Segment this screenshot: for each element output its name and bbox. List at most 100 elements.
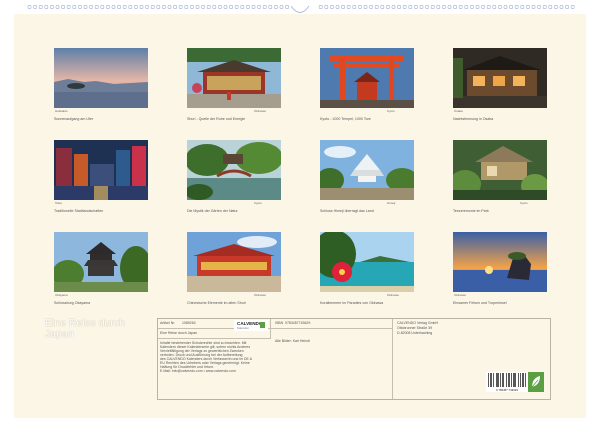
binding-ring — [419, 5, 424, 9]
photo-location: Kyoto — [520, 201, 528, 205]
binding-ring — [128, 5, 133, 9]
photo-okayama-castle — [54, 232, 148, 292]
barcode-bar — [525, 373, 526, 387]
binding-ring — [218, 5, 222, 9]
photo-caption: Chinesische Elemente im alten Shuri — [187, 301, 246, 305]
binding-ring — [234, 5, 239, 9]
publisher-name: CALVENDO Verlag GmbH — [397, 321, 438, 325]
photo-tea-house — [453, 140, 547, 200]
binding-ring — [397, 5, 401, 9]
photo-lake-sunrise — [54, 48, 148, 108]
binding-ring — [229, 5, 233, 9]
photo-caption: Korallenmeer im Paradies von Okinawa — [320, 301, 384, 305]
article-number: 1089263 — [182, 321, 196, 325]
binding-ring — [470, 5, 474, 9]
photo-okinawa-hibiscus — [320, 232, 414, 292]
photo-location: Okinawa — [454, 293, 466, 297]
binding-ring — [520, 5, 525, 9]
binding-ring — [145, 5, 149, 9]
barcode-bar — [509, 373, 510, 387]
photo-garden-bridge — [187, 140, 281, 200]
barcode-bar — [500, 373, 501, 387]
binding-ring — [212, 5, 217, 9]
binding-ring — [531, 5, 536, 9]
binding-ring — [542, 5, 547, 9]
binding-ring — [50, 5, 54, 9]
product-title: Eine Reise durch Japan — [160, 331, 198, 335]
binding-ring — [162, 5, 166, 9]
binding-ring — [481, 5, 485, 9]
photo-location: Kyoto — [387, 109, 395, 113]
binding-ring — [195, 5, 200, 9]
binding-ring — [83, 5, 88, 9]
photo-rock-sunset — [453, 232, 547, 292]
binding-ring — [458, 5, 463, 9]
binding-ring — [78, 5, 82, 9]
binding-ring — [66, 5, 71, 9]
binding-ring — [442, 5, 446, 9]
photo-caption: Shuri - Quelle der Ruhe und Energie — [187, 117, 246, 121]
barcode-bar — [502, 373, 503, 387]
binding-ring — [190, 5, 194, 9]
binding-ring — [537, 5, 541, 9]
binding-ring — [246, 5, 250, 9]
binding-ring — [206, 5, 211, 9]
barcode-bar — [518, 373, 519, 387]
binding-ring — [559, 5, 564, 9]
photo-caption: Traditionelle Stadtlandschaften — [54, 209, 104, 213]
binding-ring — [33, 5, 37, 9]
binding-ring — [122, 5, 127, 9]
binding-ring — [223, 5, 228, 9]
binding-ring — [117, 5, 121, 9]
barcode-bar — [513, 373, 514, 387]
photo-caption: Die Mystik der Gärten der Natur — [187, 209, 238, 213]
binding-ring — [156, 5, 161, 9]
barcode-bar — [496, 373, 497, 387]
calendar-title: Eine Reise durch Japan — [45, 317, 125, 340]
barcode-bar — [493, 373, 494, 387]
binding-ring — [139, 5, 144, 9]
binding-ring — [257, 5, 261, 9]
binding-ring — [453, 5, 457, 9]
binding-ring — [408, 5, 413, 9]
binding-ring — [106, 5, 110, 9]
barcode: 9 783457 743629 — [486, 372, 528, 392]
binding-ring — [570, 5, 575, 9]
photo-caption: Sonnenaufgang am Ufer — [54, 117, 94, 121]
barcode-bar — [506, 373, 507, 387]
binding-ring — [251, 5, 256, 9]
photo-shuri-temple — [187, 48, 281, 108]
barcode-bar — [491, 373, 492, 387]
binding-ring — [374, 5, 379, 9]
binding-ring — [503, 5, 508, 9]
binding-ring — [150, 5, 155, 9]
photo-location: Himeji — [387, 201, 396, 205]
binding-ring — [509, 5, 513, 9]
binding-ring — [565, 5, 569, 9]
photo-caption: Teezeremonie im Park — [453, 209, 489, 213]
contact-line: E-Mail: info@calvendo.com • www.calvendo… — [160, 369, 236, 373]
photo-caption: Schlossburg Okayama — [54, 301, 91, 305]
photo-himeji-castle — [320, 140, 414, 200]
barcode-bar — [490, 373, 491, 387]
binding-ring — [386, 5, 390, 9]
barcode-bar — [515, 373, 516, 387]
photo-caption: Schloss Himeji überragt das Land — [320, 209, 374, 213]
binding-ring — [38, 5, 43, 9]
barcode-bar — [498, 373, 499, 387]
binding-ring — [330, 5, 334, 9]
barcode-bar — [522, 373, 523, 387]
photo-kyoto-torii — [320, 48, 414, 108]
binding-ring — [391, 5, 396, 9]
photo-location: Okinawa — [254, 109, 266, 113]
photo-credit: Alle Bilder: Karl Heindl — [275, 339, 310, 343]
binding-ring — [514, 5, 519, 9]
barcode-bar — [520, 373, 521, 387]
binding-ring — [341, 5, 345, 9]
binding-ring — [526, 5, 530, 9]
isbn-label: ISBN — [275, 321, 284, 325]
photo-location: Okinawa — [387, 293, 399, 297]
photo-location: Hokkaido — [55, 109, 68, 113]
article-label: Artikel Nr. — [160, 321, 176, 325]
binding-ring — [111, 5, 116, 9]
